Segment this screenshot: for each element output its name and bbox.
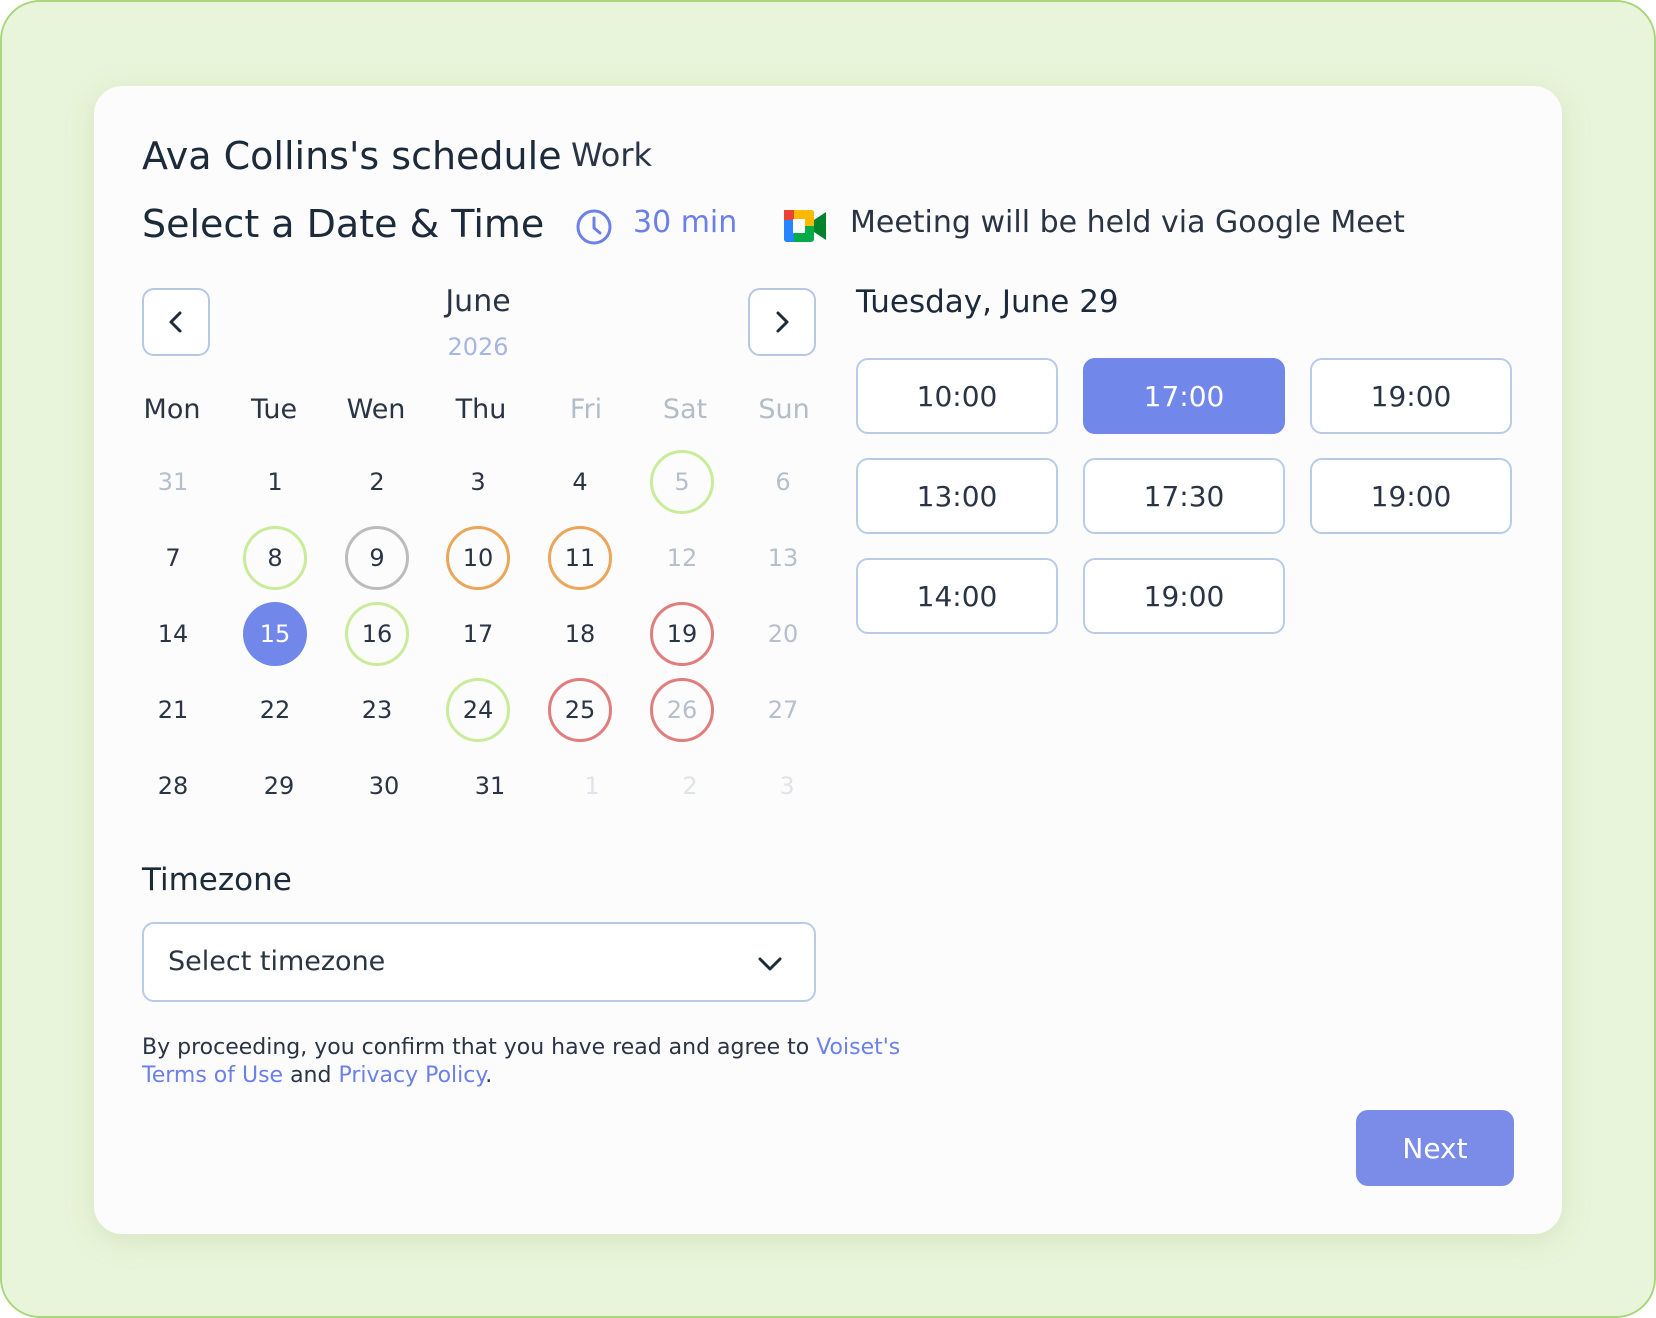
calendar-day[interactable]: 4 — [548, 450, 612, 514]
calendar-day[interactable]: 13 — [751, 526, 815, 590]
schedule-title: Ava Collins's schedule — [142, 134, 562, 178]
calendar-day[interactable]: 3 — [446, 450, 510, 514]
calendar-day-selected[interactable]: 15 — [243, 602, 307, 666]
chevron-down-icon — [758, 957, 782, 971]
calendar-day[interactable]: 11 — [548, 526, 612, 590]
calendar-year: 2026 — [447, 333, 509, 361]
clock-icon — [576, 209, 612, 245]
calendar-day[interactable]: 31 — [458, 754, 522, 818]
calendar-day[interactable]: 5 — [650, 450, 714, 514]
legal-notice: By proceeding, you confirm that you have… — [142, 1034, 902, 1090]
time-slot[interactable]: 14:00 — [856, 558, 1058, 634]
selected-date-heading: Tuesday, June 29 — [856, 284, 1119, 320]
calendar-day[interactable]: 20 — [751, 602, 815, 666]
legal-prefix: By proceeding, you confirm that you have… — [142, 1035, 817, 1060]
weekday-sat: Sat — [662, 394, 708, 425]
calendar-day[interactable]: 24 — [446, 678, 510, 742]
weekday-tue: Tue — [250, 394, 298, 425]
calendar-day[interactable]: 19 — [650, 602, 714, 666]
calendar-day[interactable]: 8 — [243, 526, 307, 590]
calendar-day[interactable]: 18 — [548, 602, 612, 666]
chevron-right-icon — [776, 311, 789, 333]
calendar-day[interactable]: 26 — [650, 678, 714, 742]
calendar-day[interactable]: 23 — [345, 678, 409, 742]
company-link[interactable]: Voiset's — [816, 1035, 900, 1060]
weekday-thu: Thu — [455, 394, 507, 425]
google-meet-icon — [784, 210, 826, 242]
calendar-day[interactable]: 3 — [755, 754, 819, 818]
next-button[interactable]: Next — [1356, 1110, 1514, 1186]
weekday-wed: Wen — [346, 394, 406, 425]
chevron-left-icon — [169, 311, 182, 333]
calendar-day[interactable]: 10 — [446, 526, 510, 590]
time-slot[interactable]: 17:30 — [1083, 458, 1285, 534]
time-slot[interactable]: 19:00 — [1310, 358, 1512, 434]
weekday-mon: Mon — [143, 394, 201, 425]
calendar-day[interactable]: 14 — [141, 602, 205, 666]
timezone-placeholder: Select timezone — [168, 946, 386, 977]
calendar-day[interactable]: 29 — [247, 754, 311, 818]
calendar-day[interactable]: 30 — [352, 754, 416, 818]
calendar-day[interactable]: 25 — [548, 678, 612, 742]
calendar-day[interactable]: 2 — [345, 450, 409, 514]
next-month-button[interactable] — [748, 288, 816, 356]
calendar-day[interactable]: 6 — [751, 450, 815, 514]
timezone-label: Timezone — [142, 862, 292, 898]
calendar-day[interactable]: 27 — [751, 678, 815, 742]
legal-conjunction: and — [283, 1063, 339, 1088]
weekday-fri: Fri — [569, 394, 603, 425]
calendar-day[interactable]: 31 — [141, 450, 205, 514]
time-slot[interactable]: 13:00 — [856, 458, 1058, 534]
calendar-day[interactable]: 9 — [345, 526, 409, 590]
calendar-day[interactable]: 12 — [650, 526, 714, 590]
time-slot[interactable]: 19:00 — [1310, 458, 1512, 534]
schedule-tag: Work — [571, 136, 653, 174]
previous-month-button[interactable] — [142, 288, 210, 356]
calendar-day[interactable]: 1 — [560, 754, 624, 818]
meeting-duration: 30 min — [633, 205, 738, 240]
privacy-link[interactable]: Privacy Policy — [338, 1063, 485, 1088]
page-subtitle: Select a Date & Time — [142, 202, 545, 246]
calendar-day[interactable]: 21 — [141, 678, 205, 742]
calendar-day[interactable]: 7 — [141, 526, 205, 590]
terms-link[interactable]: Terms of Use — [142, 1063, 283, 1088]
legal-suffix: . — [485, 1063, 493, 1088]
calendar-day[interactable]: 28 — [141, 754, 205, 818]
time-slot[interactable]: 19:00 — [1083, 558, 1285, 634]
weekday-sun: Sun — [758, 394, 810, 425]
calendar-day[interactable]: 2 — [658, 754, 722, 818]
calendar-day[interactable]: 22 — [243, 678, 307, 742]
calendar-day[interactable]: 16 — [345, 602, 409, 666]
time-slot-selected[interactable]: 17:00 — [1083, 358, 1285, 434]
calendar-day[interactable]: 17 — [446, 602, 510, 666]
meeting-platform-text: Meeting will be held via Google Meet — [850, 205, 1405, 240]
timezone-select[interactable]: Select timezone — [142, 922, 816, 1002]
calendar-day[interactable]: 1 — [243, 450, 307, 514]
calendar-month: June — [445, 284, 511, 319]
time-slot[interactable]: 10:00 — [856, 358, 1058, 434]
